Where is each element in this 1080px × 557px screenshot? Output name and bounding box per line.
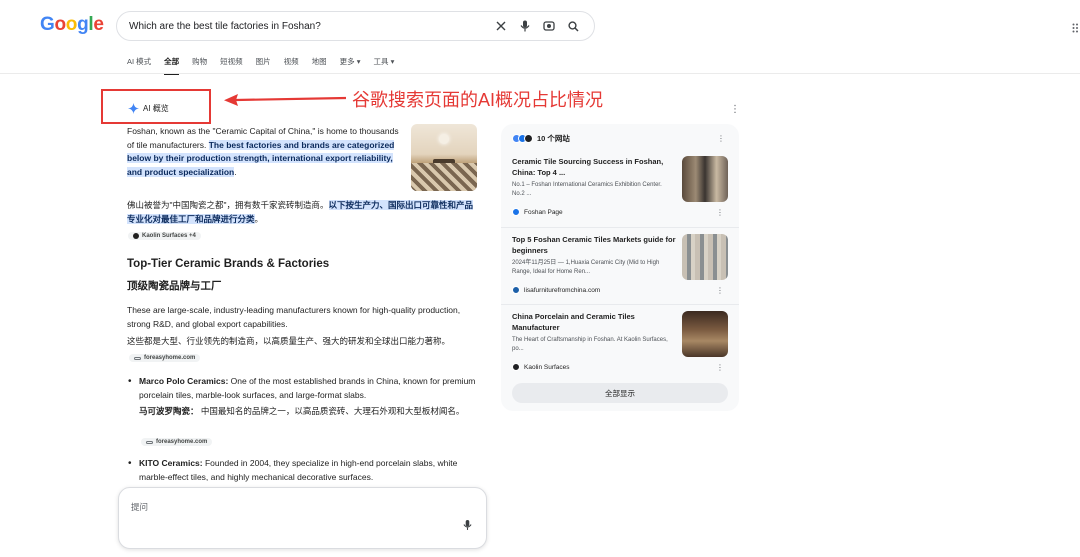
intro-zh: 佛山被誉为"中国陶瓷之都"，拥有数千家瓷砖制造商。以下按生产力、国际出口可靠性和…: [127, 200, 474, 224]
section-heading-zh: 顶级陶瓷品牌与工厂: [127, 280, 222, 292]
ai-overview-label: AI 概览: [128, 103, 169, 114]
card-more-icon[interactable]: ⋮: [716, 208, 724, 217]
lisafurniture-favicon-icon: [512, 286, 520, 294]
source-card[interactable]: Ceramic Tile Sourcing Success in Foshan,…: [512, 156, 728, 217]
follow-up-prompt[interactable]: 提问: [118, 487, 487, 549]
card-more-icon[interactable]: ⋮: [716, 363, 724, 372]
lens-icon[interactable]: [538, 15, 560, 37]
link-icon: [146, 440, 153, 444]
microphone-icon[interactable]: [514, 15, 536, 37]
source-card[interactable]: China Porcelain and Ceramic Tiles Manufa…: [512, 311, 728, 372]
show-all-button[interactable]: 全部显示: [512, 383, 728, 403]
kaolin-favicon-icon: [512, 363, 520, 371]
card-divider: [501, 227, 739, 228]
card-divider: [501, 304, 739, 305]
section-heading-en: Top-Tier Ceramic Brands & Factories: [127, 258, 330, 270]
section-paragraph-zh: 这些都是大型、行业领先的制造商，以高质量生产、强大的研发和全球出口能力著称。: [127, 336, 451, 346]
google-logo[interactable]: Google: [40, 14, 104, 36]
microphone-icon[interactable]: [463, 518, 472, 536]
ai-overview-more-icon[interactable]: ⋮: [730, 104, 740, 115]
sources-panel: 10 个网站 ⋮ Ceramic Tile Sourcing Success i…: [501, 124, 739, 411]
source-favicons: [512, 134, 533, 143]
list-item: KITO Ceramics: Founded in 2004, they spe…: [128, 457, 479, 484]
apps-grid-icon[interactable]: [1072, 20, 1080, 33]
sparkle-icon: [128, 103, 139, 114]
source-card[interactable]: Top 5 Foshan Ceramic Tiles Markets guide…: [512, 234, 728, 295]
search-input[interactable]: Which are the best tile factories in Fos…: [129, 21, 488, 32]
list-item: Marco Polo Ceramics: One of the most est…: [128, 375, 479, 402]
clear-icon[interactable]: [490, 15, 512, 37]
annotation-arrow: [224, 94, 347, 106]
source-thumbnail: [682, 311, 728, 357]
source-chip[interactable]: foreasyhome.com: [129, 354, 201, 362]
link-icon: [134, 356, 141, 360]
intro-en: Foshan, known as the "Ceramic Capital of…: [127, 126, 399, 177]
card-more-icon[interactable]: ⋮: [716, 286, 724, 295]
kaolin-favicon-icon: [133, 233, 139, 239]
list-item-zh: 马可波罗陶瓷： 中国最知名的品牌之一，以高品质瓷砖、大理石外观和大型板材闻名。: [139, 406, 465, 416]
annotation-text: 谷歌搜索页面的AI概况占比情况: [352, 90, 604, 110]
sources-more-icon[interactable]: ⋮: [717, 134, 725, 143]
search-icon[interactable]: [562, 15, 584, 37]
ai-overview-title: AI 概览: [143, 104, 169, 113]
foshan-page-favicon-icon: [512, 208, 520, 216]
source-thumbnail: [682, 156, 728, 202]
section-paragraph-en: These are large-scale, industry-leading …: [127, 305, 461, 329]
search-bar[interactable]: Which are the best tile factories in Fos…: [116, 11, 595, 41]
source-chip[interactable]: Kaolin Surfaces +4: [128, 232, 201, 240]
source-chip[interactable]: foreasyhome.com: [141, 438, 213, 446]
prompt-input[interactable]: 提问: [131, 501, 148, 513]
source-thumbnail: [682, 234, 728, 280]
hero-image[interactable]: [411, 124, 477, 191]
sources-header[interactable]: 10 个网站: [512, 133, 570, 144]
header-divider: [0, 73, 1080, 74]
